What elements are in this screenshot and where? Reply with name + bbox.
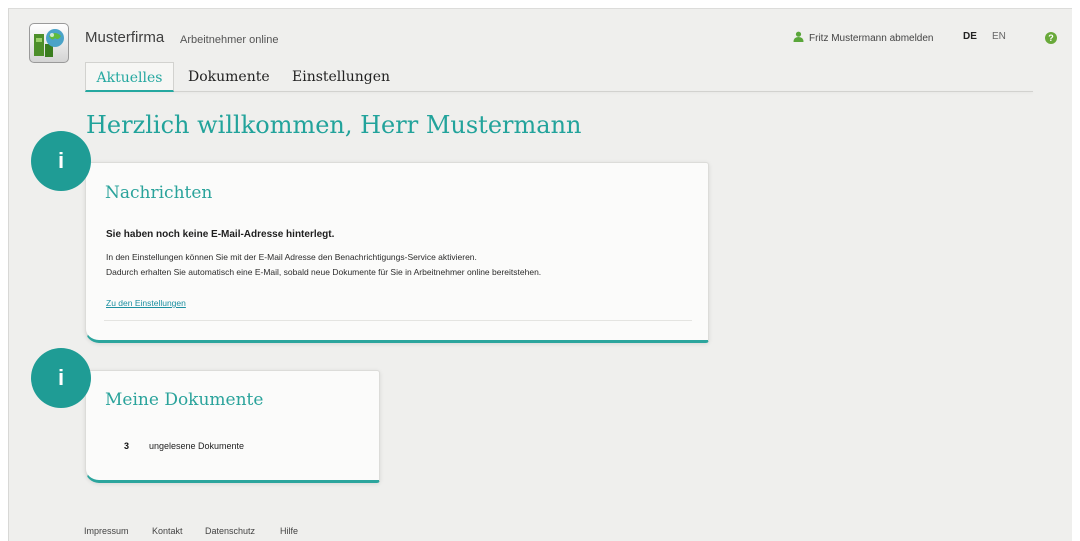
footer-link-impressum[interactable]: Impressum [84,526,129,536]
messages-title: Nachrichten [105,183,213,203]
footer-link-datenschutz[interactable]: Datenschutz [205,526,255,536]
help-icon[interactable]: ? [1045,32,1057,44]
info-icon: i [31,348,91,408]
tab-dokumente[interactable]: Dokumente [188,62,270,92]
unread-count: 3 [124,441,130,451]
product-name: Arbeitnehmer online [180,34,279,46]
messages-card: Nachrichten Sie haben noch keine E-Mail-… [85,162,709,343]
messages-headline: Sie haben noch keine E-Mail-Adresse hint… [106,229,335,240]
footer-link-hilfe[interactable]: Hilfe [280,526,298,536]
documents-card: Meine Dokumente 3 ungelesene Dokumente [85,370,380,483]
page-title: Herzlich willkommen, Herr Mustermann [86,111,582,139]
messages-line-1: In den Einstellungen können Sie mit der … [106,252,477,262]
settings-link[interactable]: Zu den Einstellungen [106,298,186,308]
tab-aktuelles[interactable]: Aktuelles [85,62,174,92]
footer-link-kontakt[interactable]: Kontakt [152,526,183,536]
app-logo-icon[interactable] [29,23,69,63]
user-icon [793,31,804,45]
language-en[interactable]: EN [992,31,1006,42]
logout-label: Fritz Mustermann abmelden [809,32,934,44]
unread-label: ungelesene Dokumente [149,441,245,451]
card-divider [104,320,692,321]
info-icon: i [31,131,91,191]
messages-line-2: Dadurch erhalten Sie automatisch eine E-… [106,267,542,277]
logout-link[interactable]: Fritz Mustermann abmelden [793,31,934,45]
documents-title: Meine Dokumente [105,390,264,410]
brand-name: Musterfirma [85,29,165,46]
language-de[interactable]: DE [963,31,977,42]
tab-einstellungen[interactable]: Einstellungen [292,62,390,92]
